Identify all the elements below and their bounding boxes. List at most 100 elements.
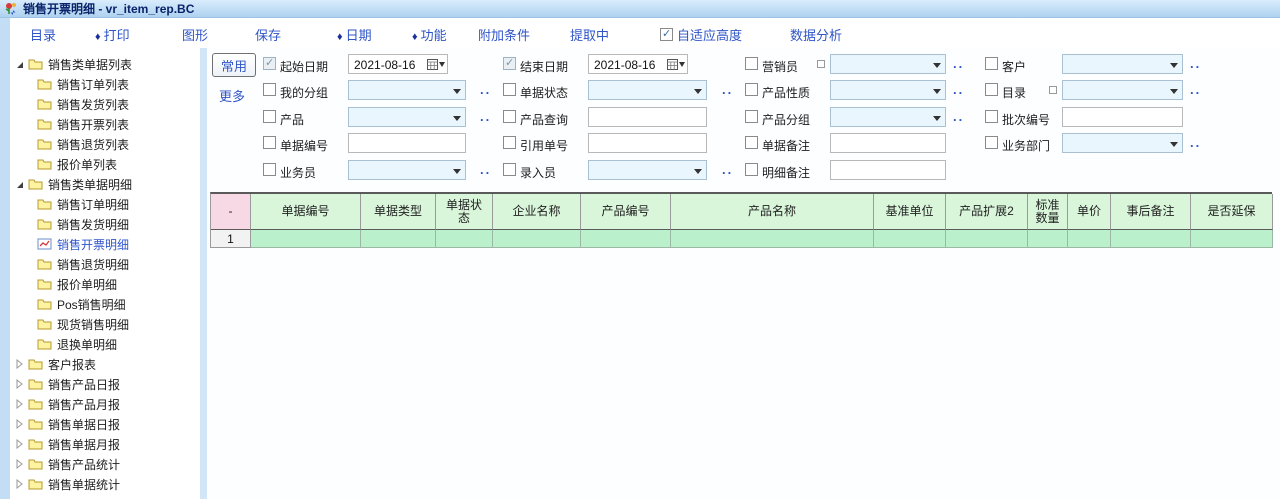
folder-icon: [28, 438, 43, 450]
table-cell[interactable]: [1068, 230, 1111, 248]
filter-checkbox-batch-no[interactable]: [985, 110, 998, 123]
column-header[interactable]: 是否延保: [1191, 194, 1273, 230]
tree-item[interactable]: 客户报表: [10, 354, 200, 374]
column-header[interactable]: 事后备注: [1111, 194, 1191, 230]
filter-checkbox-detail-remark[interactable]: [745, 163, 758, 176]
table-cell[interactable]: [436, 230, 493, 248]
folder-icon: [37, 198, 52, 210]
filter-combo-catalog[interactable]: [1062, 80, 1183, 100]
column-header[interactable]: 单据状态: [436, 194, 493, 230]
table-cell[interactable]: [251, 230, 361, 248]
row-number-cell[interactable]: 1: [211, 230, 251, 248]
column-header[interactable]: 产品编号: [581, 194, 671, 230]
tree-item[interactable]: 报价单列表: [10, 154, 200, 174]
tree-item-label: 销售单据月报: [48, 436, 120, 453]
tree-item[interactable]: 销售开票列表: [10, 114, 200, 134]
browse-dots-business-dept[interactable]: ..: [1190, 135, 1201, 150]
tree-item[interactable]: 销售单据日报: [10, 414, 200, 434]
filter-checkbox-catalog[interactable]: [985, 83, 998, 96]
collapsed-arrow-icon[interactable]: [14, 439, 24, 449]
filter-combo-business-dept[interactable]: [1062, 133, 1183, 153]
expanded-arrow-icon[interactable]: [14, 59, 24, 69]
column-header[interactable]: 基准单位: [874, 194, 946, 230]
menu-function[interactable]: ♦功能: [412, 25, 447, 44]
collapsed-arrow-icon[interactable]: [14, 359, 24, 369]
table-cell[interactable]: [671, 230, 874, 248]
table-cell[interactable]: [493, 230, 581, 248]
column-header[interactable]: 单价: [1068, 194, 1111, 230]
table-cell[interactable]: [946, 230, 1028, 248]
menu-graph[interactable]: 图形: [182, 25, 208, 44]
tree-item-label: 销售产品统计: [48, 456, 120, 473]
combo-arrow-icon[interactable]: [1170, 89, 1178, 94]
tree-item[interactable]: 报价单明细: [10, 274, 200, 294]
tree-item[interactable]: 销售发货明细: [10, 214, 200, 234]
filter-checkbox-customer[interactable]: [985, 57, 998, 70]
menu-save[interactable]: 保存: [255, 25, 281, 44]
tree-item[interactable]: 销售发货列表: [10, 94, 200, 114]
tree-item[interactable]: 销售类单据明细: [10, 174, 200, 194]
tree-item[interactable]: 销售产品日报: [10, 374, 200, 394]
folder-icon: [28, 398, 43, 410]
tree-item[interactable]: 销售退货列表: [10, 134, 200, 154]
combo-arrow-icon[interactable]: [1170, 63, 1178, 68]
column-header[interactable]: 单据类型: [361, 194, 436, 230]
tree-item-label: 销售类单据明细: [48, 176, 132, 193]
table-cell[interactable]: [1111, 230, 1191, 248]
table-cell[interactable]: [581, 230, 671, 248]
tree-item-label: 销售单据日报: [48, 416, 120, 433]
tree-item[interactable]: 销售开票明细: [10, 234, 200, 254]
table-cell[interactable]: [361, 230, 436, 248]
auto-fit-checkbox[interactable]: [660, 28, 673, 41]
tree-item[interactable]: 销售产品月报: [10, 394, 200, 414]
table-cell[interactable]: [874, 230, 946, 248]
collapsed-arrow-icon[interactable]: [14, 379, 24, 389]
filter-input-detail-remark[interactable]: [830, 160, 946, 180]
filter-checkbox-business-dept[interactable]: [985, 136, 998, 149]
menu-print[interactable]: ♦打印: [95, 25, 130, 44]
tree-item[interactable]: 销售类单据列表: [10, 54, 200, 74]
filter-field-catalog: 目录..: [207, 80, 1280, 102]
sidebar-separator[interactable]: [200, 48, 207, 499]
filter-combo-customer[interactable]: [1062, 54, 1183, 74]
sidebar: 销售类单据列表销售订单列表销售发货列表销售开票列表销售退货列表报价单列表销售类单…: [10, 48, 200, 499]
tree-item[interactable]: 销售单据月报: [10, 434, 200, 454]
tree-item-label: 报价单列表: [57, 156, 117, 173]
tree-item[interactable]: 销售产品统计: [10, 454, 200, 474]
column-header[interactable]: 企业名称: [493, 194, 581, 230]
collapsed-arrow-icon[interactable]: [14, 479, 24, 489]
browse-dots-catalog[interactable]: ..: [1190, 82, 1201, 97]
filter-sub-checkbox-catalog[interactable]: [1049, 86, 1057, 94]
filter-input-batch-no[interactable]: [1062, 107, 1183, 127]
tree-item[interactable]: 现货销售明细: [10, 314, 200, 334]
menu-directory[interactable]: 目录: [30, 25, 56, 44]
collapsed-arrow-icon[interactable]: [14, 399, 24, 409]
tree-item[interactable]: 销售订单列表: [10, 74, 200, 94]
folder-icon: [37, 278, 52, 290]
tree-item[interactable]: Pos销售明细: [10, 294, 200, 314]
table-cell[interactable]: [1191, 230, 1273, 248]
tree-item-label: 销售发货列表: [57, 96, 129, 113]
tree-item-label: 销售订单明细: [57, 196, 129, 213]
expanded-arrow-icon[interactable]: [14, 179, 24, 189]
column-header[interactable]: 产品名称: [671, 194, 874, 230]
tree-item[interactable]: 退换单明细: [10, 334, 200, 354]
menu-extra-condition[interactable]: 附加条件: [478, 25, 530, 44]
tree-item[interactable]: 销售订单明细: [10, 194, 200, 214]
menu-date[interactable]: ♦日期: [337, 25, 372, 44]
column-header[interactable]: 产品扩展2: [946, 194, 1028, 230]
tree-item[interactable]: 销售退货明细: [10, 254, 200, 274]
collapsed-arrow-icon[interactable]: [14, 459, 24, 469]
table-cell[interactable]: [1028, 230, 1068, 248]
combo-arrow-icon[interactable]: [1170, 142, 1178, 147]
menu-data-analysis[interactable]: 数据分析: [790, 25, 842, 44]
tree-item-label: 销售退货列表: [57, 136, 129, 153]
folder-icon: [37, 258, 52, 270]
column-header[interactable]: 标准数量: [1028, 194, 1068, 230]
column-header[interactable]: -: [211, 194, 251, 230]
browse-dots-customer[interactable]: ..: [1190, 56, 1201, 71]
collapsed-arrow-icon[interactable]: [14, 419, 24, 429]
tree-item[interactable]: 销售单据统计: [10, 474, 200, 494]
menu-extract[interactable]: 提取中: [570, 25, 609, 44]
column-header[interactable]: 单据编号: [251, 194, 361, 230]
